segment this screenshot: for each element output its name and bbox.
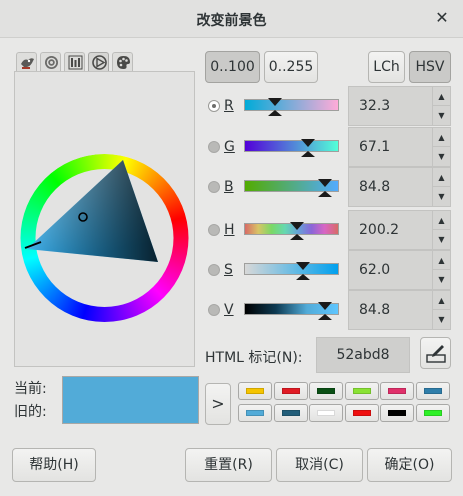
radio-h[interactable] [208,224,220,236]
html-notation-field[interactable]: 52abd8 [316,337,410,373]
history-swatch[interactable] [415,404,450,422]
history-swatch[interactable] [380,404,414,422]
spin-down-icon[interactable]: ▼ [433,270,450,289]
slider-b[interactable] [244,179,339,197]
spin-down-icon[interactable]: ▼ [433,187,450,206]
color-wheel[interactable] [15,72,194,366]
add-to-history-button[interactable]: > [205,383,231,425]
palette-icon [117,56,130,69]
history-swatch[interactable] [309,404,343,422]
spin-down-icon[interactable]: ▼ [433,310,450,329]
swatch-color [423,410,442,416]
hsv-button[interactable]: HSV [409,51,451,83]
slider-r[interactable] [244,98,339,116]
spin-up-icon[interactable]: ▲ [433,128,450,147]
channel-label-r: R [224,98,234,114]
triangle-wheel-icon [92,55,107,70]
history-swatch[interactable] [238,382,272,400]
eyedropper-icon [426,345,446,363]
spin-down-icon[interactable]: ▼ [433,106,450,125]
color-preview [62,376,199,424]
history-swatch[interactable] [415,382,450,400]
range-0-255-button[interactable]: 0..255 [264,51,318,83]
swatch-color [317,410,335,416]
history-swatch[interactable] [344,382,379,400]
swatch-color [246,410,264,416]
spin-b-buttons: ▲ ▼ [432,167,451,207]
spin-up-icon[interactable]: ▲ [433,291,450,310]
spin-h[interactable]: 200.2 [348,210,432,250]
cmyk-icon [45,56,58,69]
change-foreground-color-dialog: 改变前景色 ✕ 0..100 0..255 LCh HSV R 32.3 ▲ ▼… [0,0,463,496]
history-swatch[interactable] [238,404,272,422]
swatch-color [352,388,371,394]
spin-r[interactable]: 32.3 [348,86,432,126]
tab-palette-selector[interactable] [112,52,133,72]
channel-label-h: H [224,222,235,238]
spin-r-buttons: ▲ ▼ [432,86,451,126]
radio-r[interactable] [208,100,220,112]
current-label: 当前: [14,381,47,397]
channel-label-b: B [224,179,234,195]
slider-h[interactable] [244,222,339,240]
channel-label-g: G [224,139,235,155]
spin-down-icon[interactable]: ▼ [433,147,450,166]
history-swatch[interactable] [273,404,308,422]
spin-up-icon[interactable]: ▲ [433,251,450,270]
color-picker-button[interactable] [420,337,451,369]
channel-label-s: S [224,262,233,278]
spin-h-buttons: ▲ ▼ [432,210,451,250]
close-icon[interactable]: ✕ [433,9,451,27]
titlebar: 改变前景色 ✕ [0,0,463,38]
tab-cmyk-selector[interactable] [40,52,61,72]
history-swatch[interactable] [344,404,379,422]
history-swatch[interactable] [309,382,343,400]
history-swatch[interactable] [380,382,414,400]
swatch-color [388,410,406,416]
ok-button[interactable]: 确定(O) [367,448,452,482]
dialog-title: 改变前景色 [196,13,267,29]
old-label: 旧的: [14,404,47,420]
radio-b[interactable] [208,181,220,193]
slider-g[interactable] [244,139,339,157]
html-notation-label: HTML 标记(N): [205,350,303,366]
swatch-color [281,410,300,416]
tab-wheel-selector[interactable] [88,52,109,72]
spin-g-buttons: ▲ ▼ [432,127,451,167]
spin-v-buttons: ▲ ▼ [432,290,451,330]
channel-label-v: V [224,302,234,318]
slider-s[interactable] [244,262,339,280]
spin-down-icon[interactable]: ▼ [433,230,450,249]
scales-icon [68,55,83,70]
cancel-button[interactable]: 取消(C) [276,448,363,482]
lch-button[interactable]: LCh [368,51,405,83]
spin-up-icon[interactable]: ▲ [433,87,450,106]
swatch-color [246,388,264,394]
range-0-100-button[interactable]: 0..100 [205,51,260,83]
swatch-color [388,388,406,394]
radio-g[interactable] [208,141,220,153]
spin-v[interactable]: 84.8 [348,290,432,330]
swatch-color [352,410,371,416]
reset-button[interactable]: 重置(R) [185,448,272,482]
spin-up-icon[interactable]: ▲ [433,168,450,187]
swatch-color [423,388,442,394]
spin-s-buttons: ▲ ▼ [432,250,451,290]
radio-v[interactable] [208,304,220,316]
swatch-color [317,388,335,394]
slider-v[interactable] [244,302,339,320]
spin-g[interactable]: 67.1 [348,127,432,167]
history-swatch[interactable] [273,382,308,400]
spin-b[interactable]: 84.8 [348,167,432,207]
radio-s[interactable] [208,264,220,276]
tab-scales-selector[interactable] [64,52,85,72]
spin-up-icon[interactable]: ▲ [433,211,450,230]
color-wheel-panel [14,71,195,367]
tab-gimp-selector[interactable] [16,52,37,72]
swatch-color [281,388,300,394]
help-button[interactable]: 帮助(H) [12,448,96,482]
gimp-wilber-icon [21,58,34,69]
spin-s[interactable]: 62.0 [348,250,432,290]
